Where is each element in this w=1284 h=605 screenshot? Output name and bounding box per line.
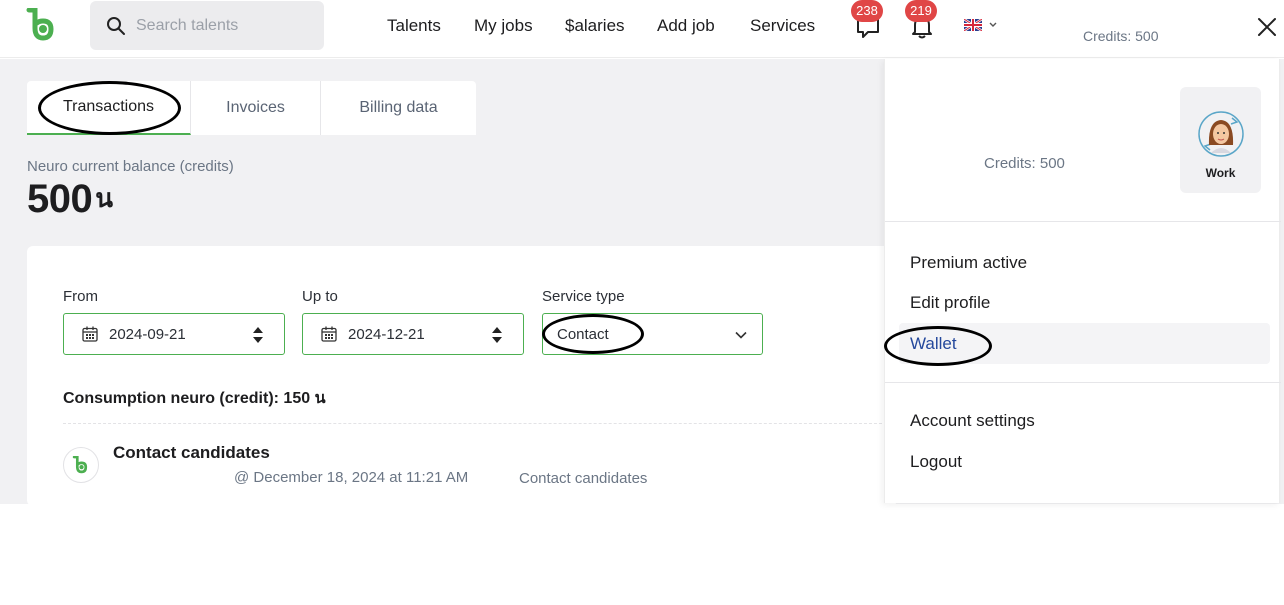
work-label: Work [1205,166,1236,180]
tab-transactions[interactable]: Transactions [27,81,191,135]
transaction-service: Contact candidates [519,470,648,487]
balance: 500 น [27,177,113,222]
calendar-icon [321,326,337,342]
account-menu: Credits: 500 Work Premium active Edit pr… [884,59,1281,503]
upto-label: Up to [302,288,338,305]
search-bar[interactable] [90,1,324,50]
balance-value: 500 [27,177,93,221]
search-icon [107,16,125,35]
tab-billing-data-label: Billing data [359,99,438,116]
divider [885,221,1281,222]
balance-label: Neuro current balance (credits) [27,158,234,175]
work-mode-switch[interactable]: Work [1180,87,1261,193]
divider [63,423,897,424]
upto-date-input[interactable]: 2024-12-21 [302,313,524,355]
transaction-title: Contact candidates [113,443,270,462]
service-type-select[interactable]: Contact [542,313,763,355]
spinner-icon[interactable] [252,326,264,344]
uk-flag-icon [964,19,982,31]
nav-my-jobs[interactable]: My jobs [474,16,533,36]
nav-talents[interactable]: Talents [387,16,441,36]
menu-premium-active[interactable]: Premium active [910,253,1027,273]
menu-credits: Credits: 500 [984,155,1065,172]
neuro-currency-icon: น [95,183,114,213]
app-logo-icon[interactable] [26,8,58,42]
from-label: From [63,288,98,305]
calendar-icon [82,326,98,342]
tab-invoices[interactable]: Invoices [191,81,321,135]
nav-salaries[interactable]: $alaries [565,16,625,36]
tab-transactions-label: Transactions [63,98,154,115]
wallet-tabs: Transactions Invoices Billing data [27,81,476,135]
chevron-down-icon [989,22,997,27]
transaction-date: @ December 18, 2024 at 11:21 AM [234,469,469,486]
header-credits: Credits: 500 [1083,28,1159,44]
chevron-down-icon [735,331,747,339]
messages-badge: 238 [851,0,883,22]
notifications-badge: 219 [905,0,937,22]
upto-date-value: 2024-12-21 [348,325,425,343]
menu-account-settings[interactable]: Account settings [910,411,1035,431]
close-icon[interactable] [1256,16,1278,38]
transactions-card: From 2024-09-21 Up to 2024-12-21 Service… [27,246,897,506]
menu-logout[interactable]: Logout [910,452,962,472]
service-type-value: Contact [557,325,609,343]
app-logo-icon [72,456,88,474]
menu-edit-profile[interactable]: Edit profile [910,293,990,313]
tab-invoices-label: Invoices [226,99,285,116]
top-bar: Talents My jobs $alaries Add job Service… [0,0,1284,58]
tab-billing-data[interactable]: Billing data [321,81,476,135]
nav-add-job[interactable]: Add job [657,16,715,36]
transaction-avatar [63,447,99,483]
nav-services[interactable]: Services [750,16,815,36]
language-selector[interactable] [964,19,998,31]
service-type-label: Service type [542,288,625,305]
from-date-input[interactable]: 2024-09-21 [63,313,285,355]
avatar [1198,111,1244,157]
spinner-icon[interactable] [491,326,503,344]
divider [885,382,1281,383]
menu-wallet[interactable]: Wallet [910,334,957,354]
consumption-total: Consumption neuro (credit): 150 น [63,390,326,407]
from-date-value: 2024-09-21 [109,325,186,343]
search-input[interactable] [136,16,306,35]
